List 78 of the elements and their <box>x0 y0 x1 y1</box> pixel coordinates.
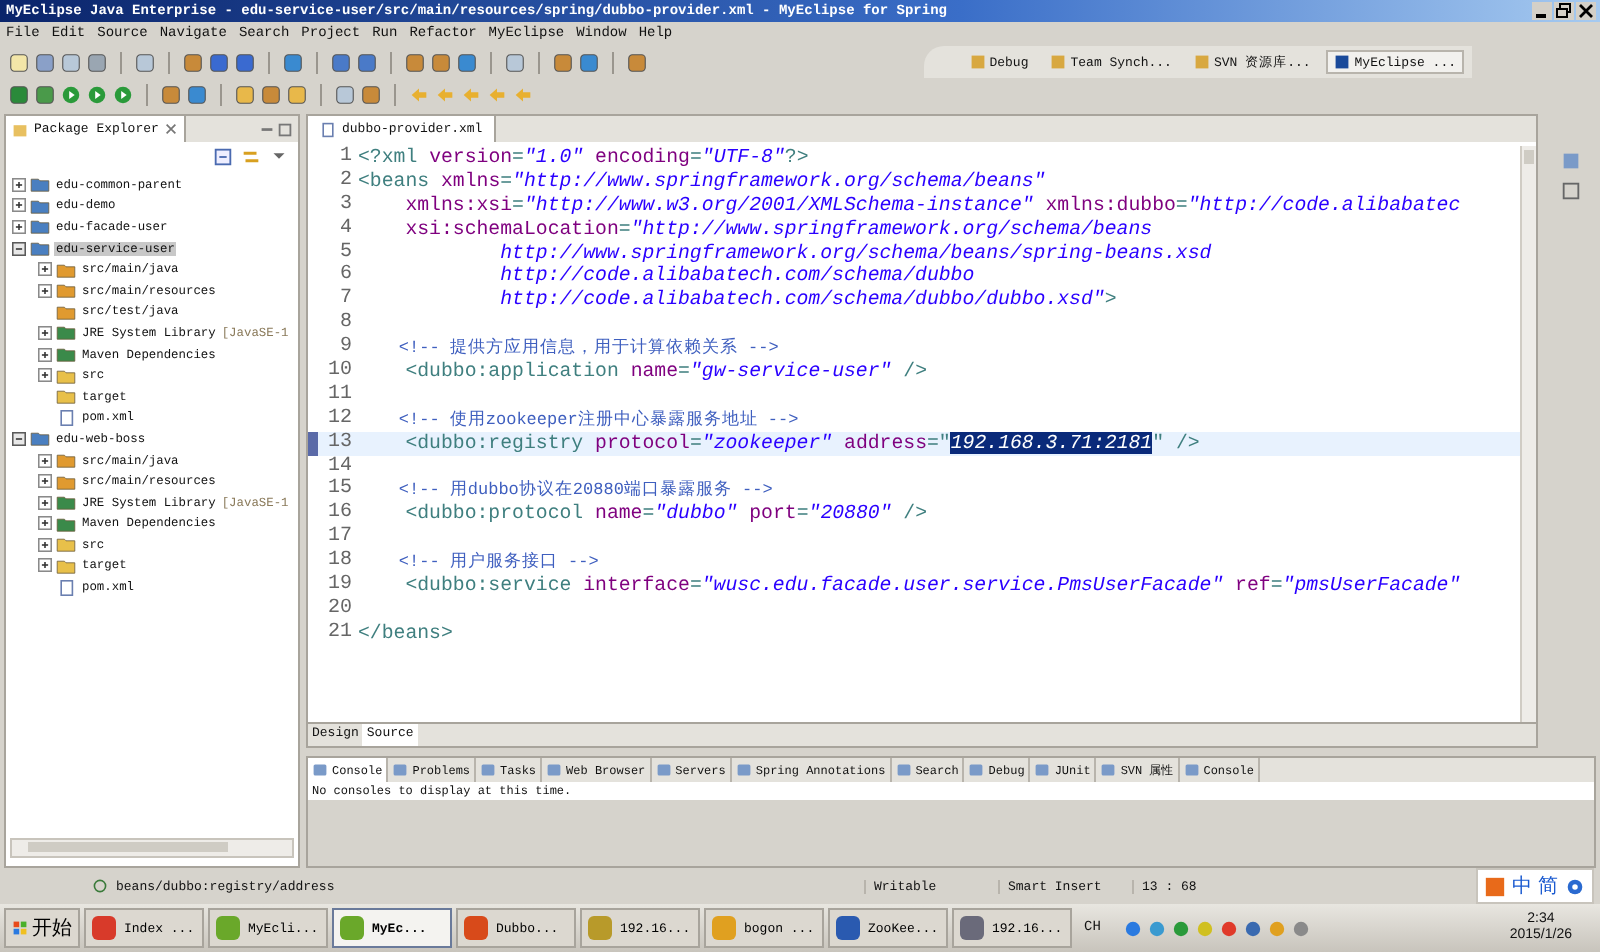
line-number: 16 <box>325 502 354 526</box>
expand-icon[interactable] <box>12 219 26 234</box>
minimize-icon[interactable] <box>1532 2 1552 20</box>
expand-icon[interactable] <box>38 262 52 277</box>
line-number: 21 <box>325 621 354 646</box>
code-line: http://code.alibabatech.com/schema/dubbo <box>498 264 975 289</box>
collapse-icon[interactable] <box>12 431 26 446</box>
code-line: <dubbo:service interface="wusc.edu.facade.user.service.PmsUserFacade" ref="pmsUserFacade" <box>403 574 1461 598</box>
code-line: <beans xmlns="http://www.springframework.org/schema/beans" <box>358 169 1046 194</box>
line-number: 8 <box>337 312 354 336</box>
windows-logo-icon <box>12 920 28 936</box>
start-button[interactable]: 开始 <box>4 908 80 948</box>
play-icon[interactable] <box>60 83 82 105</box>
line-number: 9 <box>337 336 354 360</box>
line-number: 17 <box>325 526 354 550</box>
app-icon <box>834 914 862 942</box>
code-line: <!-- 用户服务接口 --> <box>396 550 599 575</box>
line-number: 6 <box>337 264 354 288</box>
horizontal-scrollbar[interactable] <box>10 838 294 858</box>
code-line: <dubbo:application name="gw-service-user" /> <box>403 360 927 384</box>
line-number: 20 <box>325 597 354 622</box>
line-number: 11 <box>325 383 354 408</box>
app-icon <box>958 914 986 942</box>
line-number: 18 <box>325 550 354 574</box>
window-icon[interactable] <box>1560 180 1582 202</box>
ime-button[interactable]: 简 <box>1538 872 1558 900</box>
xml-file-icon <box>320 121 336 137</box>
code-line: <!-- 用dubbo协议在20880端口暴露服务 --> <box>396 478 773 503</box>
expand-icon[interactable] <box>38 558 52 573</box>
expand-icon[interactable] <box>12 198 26 213</box>
line-number: 2 <box>337 169 354 194</box>
code-line: http://www.springframework.org/schema/beans/spring-beans.xsd <box>498 241 1212 265</box>
expand-icon[interactable] <box>38 347 52 362</box>
play-icon[interactable] <box>112 83 134 105</box>
expand-icon[interactable] <box>12 177 26 192</box>
expand-icon[interactable] <box>38 283 52 298</box>
expand-icon[interactable] <box>38 453 52 468</box>
code-line: <!-- 提供方应用信息，用于计算依赖关系 --> <box>396 336 779 361</box>
line-number: 3 <box>337 193 354 218</box>
code-line: </beans> <box>358 621 453 646</box>
vertical-scrollbar[interactable] <box>1520 146 1536 722</box>
app-icon <box>462 914 490 942</box>
app-icon <box>586 914 614 942</box>
expand-icon[interactable] <box>38 474 52 489</box>
line-number: 7 <box>337 288 354 312</box>
code-line: xsi:schemaLocation="http://www.springframework.org/schema/beans <box>403 217 1153 242</box>
line-number: 4 <box>337 217 354 242</box>
line-number: 15 <box>325 478 354 502</box>
code-line: <?xml version="1.0" encoding="UTF-8"?> <box>358 146 809 170</box>
line-number: 5 <box>337 241 354 264</box>
expand-icon[interactable] <box>38 368 52 383</box>
line-number: 13 <box>325 431 354 456</box>
app-icon <box>90 914 118 942</box>
code-line: <!-- 使用zookeeper注册中心暴露服务地址 --> <box>396 407 799 432</box>
node-icon <box>92 878 108 894</box>
close-icon[interactable] <box>1576 2 1596 20</box>
expand-icon[interactable] <box>38 325 52 340</box>
expand-icon[interactable] <box>38 495 52 510</box>
expand-icon[interactable] <box>38 537 52 552</box>
line-number: 10 <box>325 360 354 384</box>
expand-icon[interactable] <box>38 516 52 531</box>
collapse-all-icon[interactable] <box>212 145 234 167</box>
app-icon <box>710 914 738 942</box>
restore-icon[interactable] <box>1554 2 1574 20</box>
code-line: xmlns:xsi="http://www.w3.org/2001/XMLSchema-instance" xmlns:dubbo="http://code.alibabatec <box>403 193 1461 218</box>
collapse-icon[interactable] <box>12 241 26 256</box>
maximize-icon[interactable] <box>276 121 294 137</box>
line-number: 19 <box>325 574 354 598</box>
line-number: 1 <box>337 146 354 170</box>
app-icon <box>214 914 242 942</box>
code-line: <dubbo:protocol name="dubbo" port="20880" /> <box>403 502 928 527</box>
play-icon[interactable] <box>86 83 108 105</box>
line-number: 14 <box>325 455 354 478</box>
code-line: http://code.alibabatech.com/schema/dubbo/dubbo.xsd"> <box>498 288 1117 313</box>
app-icon <box>338 914 366 942</box>
line-number: 12 <box>325 407 354 432</box>
code-line: <dubbo:registry protocol="zookeeper" address="192.168.3.71:2181" /> <box>403 431 1200 456</box>
ime-button[interactable]: 中 <box>1512 872 1532 900</box>
